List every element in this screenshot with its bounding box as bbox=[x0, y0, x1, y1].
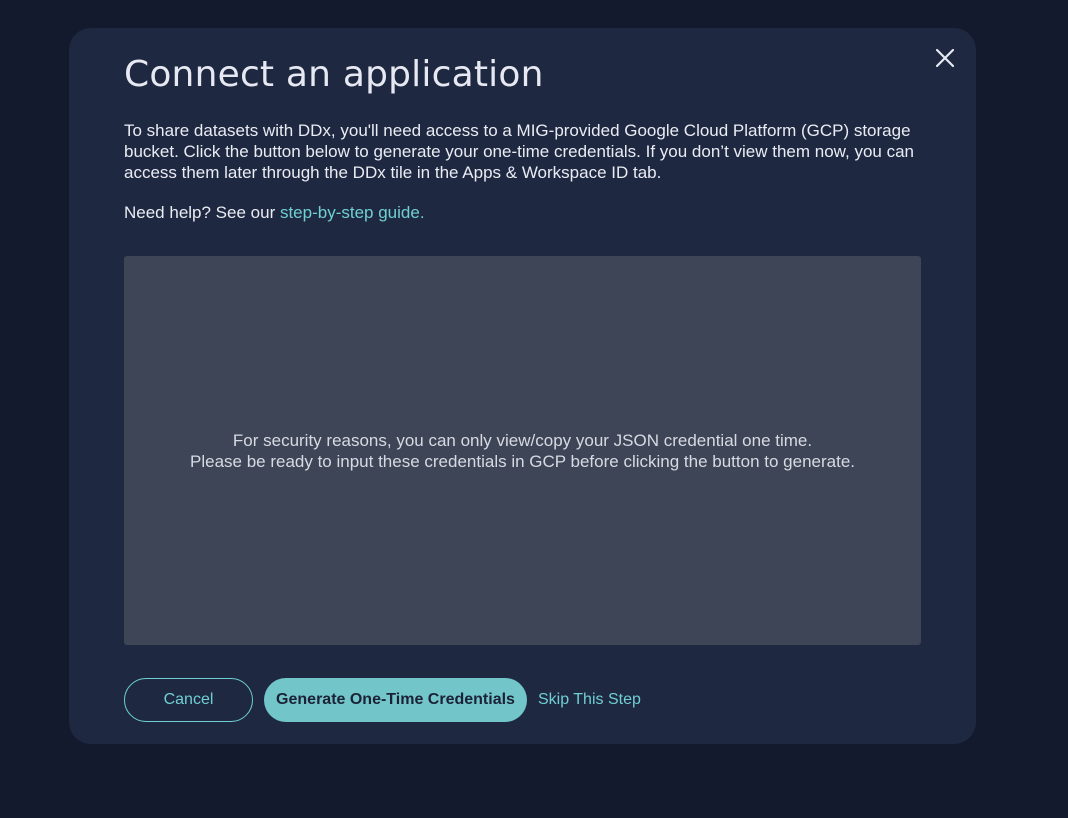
close-icon bbox=[935, 48, 955, 68]
connect-application-modal: Connect an application To share datasets… bbox=[69, 28, 976, 744]
cancel-button[interactable]: Cancel bbox=[124, 678, 253, 722]
help-text: Need help? See our step-by-step guide. bbox=[124, 203, 425, 223]
close-button[interactable] bbox=[933, 46, 957, 70]
step-by-step-guide-link[interactable]: step-by-step guide. bbox=[280, 203, 425, 222]
security-notice-line-2: Please be ready to input these credentia… bbox=[190, 451, 855, 471]
intro-text: To share datasets with DDx, you'll need … bbox=[124, 121, 914, 182]
help-prefix: Need help? See our bbox=[124, 203, 280, 222]
modal-actions: Cancel Generate One-Time Credentials Ski… bbox=[124, 678, 641, 722]
modal-title: Connect an application bbox=[124, 54, 544, 95]
skip-step-button[interactable]: Skip This Step bbox=[538, 691, 641, 709]
security-notice-line-1: For security reasons, you can only view/… bbox=[232, 430, 813, 450]
credential-box: For security reasons, you can only view/… bbox=[124, 256, 921, 645]
generate-credentials-button[interactable]: Generate One-Time Credentials bbox=[264, 678, 527, 722]
